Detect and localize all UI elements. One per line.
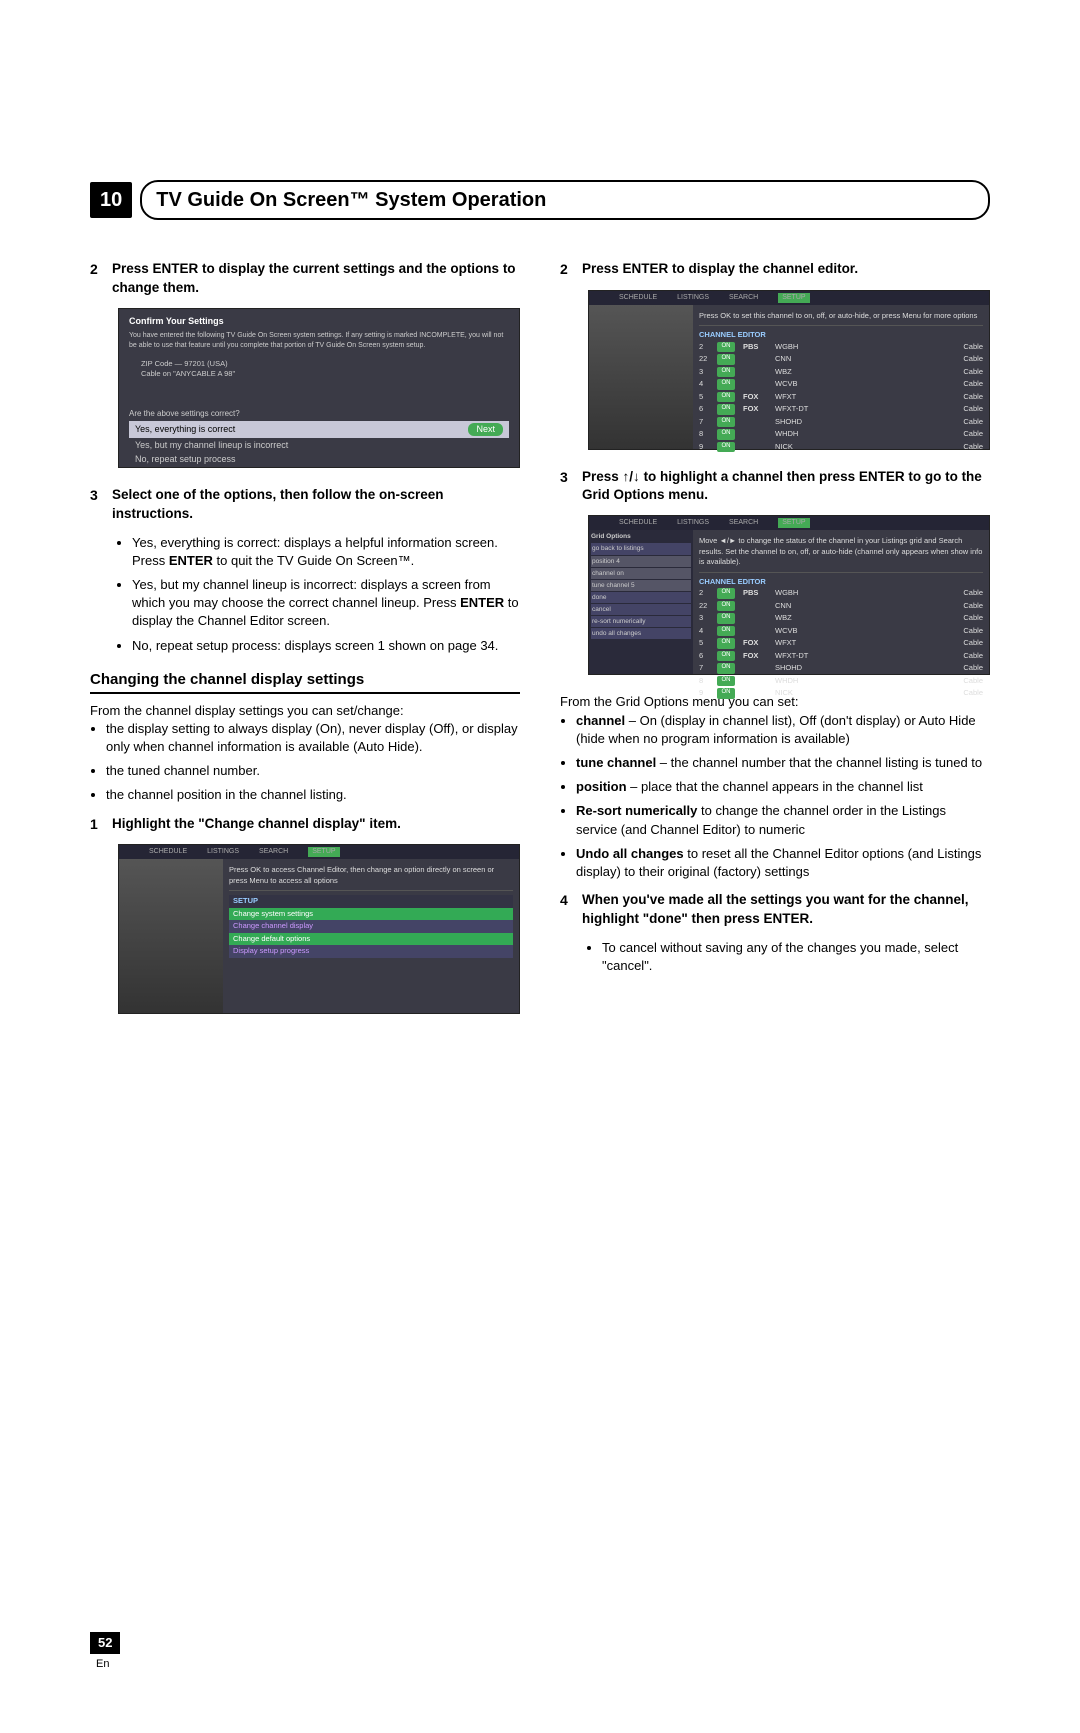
shot-preview <box>119 859 223 1013</box>
step-number: 1 <box>90 815 112 835</box>
right-column: 2 Press ENTER to display the channel edi… <box>560 260 990 1032</box>
step-text: Highlight the "Change channel display" i… <box>112 815 401 835</box>
shot-title: Confirm Your Settings <box>129 315 509 328</box>
step-text: Press ↑/↓ to highlight a channel then pr… <box>582 468 990 506</box>
shot-cable: Cable on "ANYCABLE A 98" <box>141 369 509 380</box>
shot-intro: You have entered the following TV Guide … <box>129 331 509 351</box>
left-step-3: 3 Select one of the options, then follow… <box>90 486 520 524</box>
chapter-title-pill: TV Guide On Screen™ System Operation <box>140 180 990 220</box>
list-item: Yes, everything is correct: displays a h… <box>132 534 520 570</box>
shot-question: Are the above settings correct? <box>129 408 509 419</box>
step-text: Press ENTER to display the channel edito… <box>582 260 858 280</box>
right-step-3: 3 Press ↑/↓ to highlight a channel then … <box>560 468 990 506</box>
shot-menu-item: Change system settings <box>229 908 513 921</box>
shot-tabs: SCHEDULELISTINGSSEARCHSETUP <box>119 845 519 859</box>
list-item: Yes, but my channel lineup is incorrect:… <box>132 576 520 631</box>
channel-editor-header: CHANNEL EDITOR <box>699 577 983 588</box>
screenshot-confirm-settings: Confirm Your Settings You have entered t… <box>118 308 520 468</box>
list-item: the channel position in the channel list… <box>106 786 520 804</box>
page-number: 52 <box>90 1632 120 1654</box>
left-step-1: 1 Highlight the "Change channel display"… <box>90 815 520 835</box>
list-item: Re-sort numerically to change the channe… <box>576 802 990 838</box>
section-rule <box>90 692 520 694</box>
list-item: the display setting to always display (O… <box>106 720 520 756</box>
list-item: To cancel without saving any of the chan… <box>602 939 990 975</box>
shot-preview <box>589 305 693 449</box>
step-number: 2 <box>560 260 582 280</box>
intro-bullets: the display setting to always display (O… <box>106 720 520 805</box>
shot-tip: Move ◄/► to change the status of the cha… <box>699 536 983 568</box>
chapter-header: 10 TV Guide On Screen™ System Operation <box>90 180 990 220</box>
channel-editor-header: CHANNEL EDITOR <box>699 330 983 341</box>
right-step-2: 2 Press ENTER to display the channel edi… <box>560 260 990 280</box>
shot-setup-hdr: SETUP <box>229 895 513 908</box>
chapter-title: TV Guide On Screen™ System Operation <box>156 186 974 214</box>
list-item: Undo all changes to reset all the Channe… <box>576 845 990 881</box>
screenshot-channel-editor: SCHEDULELISTINGSSEARCHSETUP Press OK to … <box>588 290 990 450</box>
shot-tabs: SCHEDULELISTINGSSEARCHSETUP <box>589 516 989 530</box>
shot-tabs: SCHEDULELISTINGSSEARCHSETUP <box>589 291 989 305</box>
step-number: 2 <box>90 260 112 298</box>
section-heading: Changing the channel display settings <box>90 669 520 690</box>
next-button: Next <box>468 423 503 436</box>
two-column-layout: 2 Press ENTER to display the current set… <box>90 260 990 1032</box>
list-item: the tuned channel number. <box>106 762 520 780</box>
channel-editor-rows: 2ONPBSWGBHCable22ONCNNCable3ONWBZCable4O… <box>699 587 983 700</box>
screenshot-grid-options: SCHEDULELISTINGSSEARCHSETUP Grid Options… <box>588 515 990 675</box>
page-lang: En <box>96 1658 109 1670</box>
step-number: 3 <box>560 468 582 506</box>
shot-tip: Press OK to access Channel Editor, then … <box>229 865 513 886</box>
list-item: channel – On (display in channel list), … <box>576 712 990 748</box>
shot-menu-item: Display setup progress <box>229 945 513 958</box>
screenshot-change-channel-display: SCHEDULELISTINGSSEARCHSETUP Press OK to … <box>118 844 520 1014</box>
shot-opt3: No, repeat setup process <box>129 452 509 467</box>
right-step-4: 4 When you've made all the settings you … <box>560 891 990 929</box>
list-item: position – place that the channel appear… <box>576 778 990 796</box>
chapter-number: 10 <box>90 182 132 218</box>
up-down-arrow-icon: ↑/↓ <box>623 469 640 484</box>
shot-menu-item: Change default options <box>229 933 513 946</box>
grid-options-bullets: channel – On (display in channel list), … <box>576 712 990 882</box>
shot-tip: Press OK to set this channel to on, off,… <box>699 311 983 322</box>
list-item: No, repeat setup process: displays scree… <box>132 637 520 655</box>
shot-opt2: Yes, but my channel lineup is incorrect <box>129 438 509 453</box>
left-column: 2 Press ENTER to display the current set… <box>90 260 520 1032</box>
grid-options-sidebar: Grid Options go back to listings positio… <box>589 530 693 674</box>
channel-editor-rows: 2ONPBSWGBHCable22ONCNNCable3ONWBZCable4O… <box>699 341 983 454</box>
shot-opt-selected: Yes, everything is correct Next <box>129 421 509 438</box>
left-step-2: 2 Press ENTER to display the current set… <box>90 260 520 298</box>
section-intro: From the channel display settings you ca… <box>90 702 520 720</box>
page-footer: 52 En <box>90 1632 990 1673</box>
step-text: When you've made all the settings you wa… <box>582 891 990 929</box>
step-number: 3 <box>90 486 112 524</box>
step-number: 4 <box>560 891 582 929</box>
shot-zip: ZIP Code — 97201 (USA) <box>141 359 509 370</box>
step-text: Select one of the options, then follow t… <box>112 486 520 524</box>
shot-menu-item: Change channel display <box>229 920 513 933</box>
step3-bullets: Yes, everything is correct: displays a h… <box>118 534 520 655</box>
step4-bullets: To cancel without saving any of the chan… <box>588 939 990 975</box>
step-text: Press ENTER to display the current setti… <box>112 260 520 298</box>
list-item: tune channel – the channel number that t… <box>576 754 990 772</box>
